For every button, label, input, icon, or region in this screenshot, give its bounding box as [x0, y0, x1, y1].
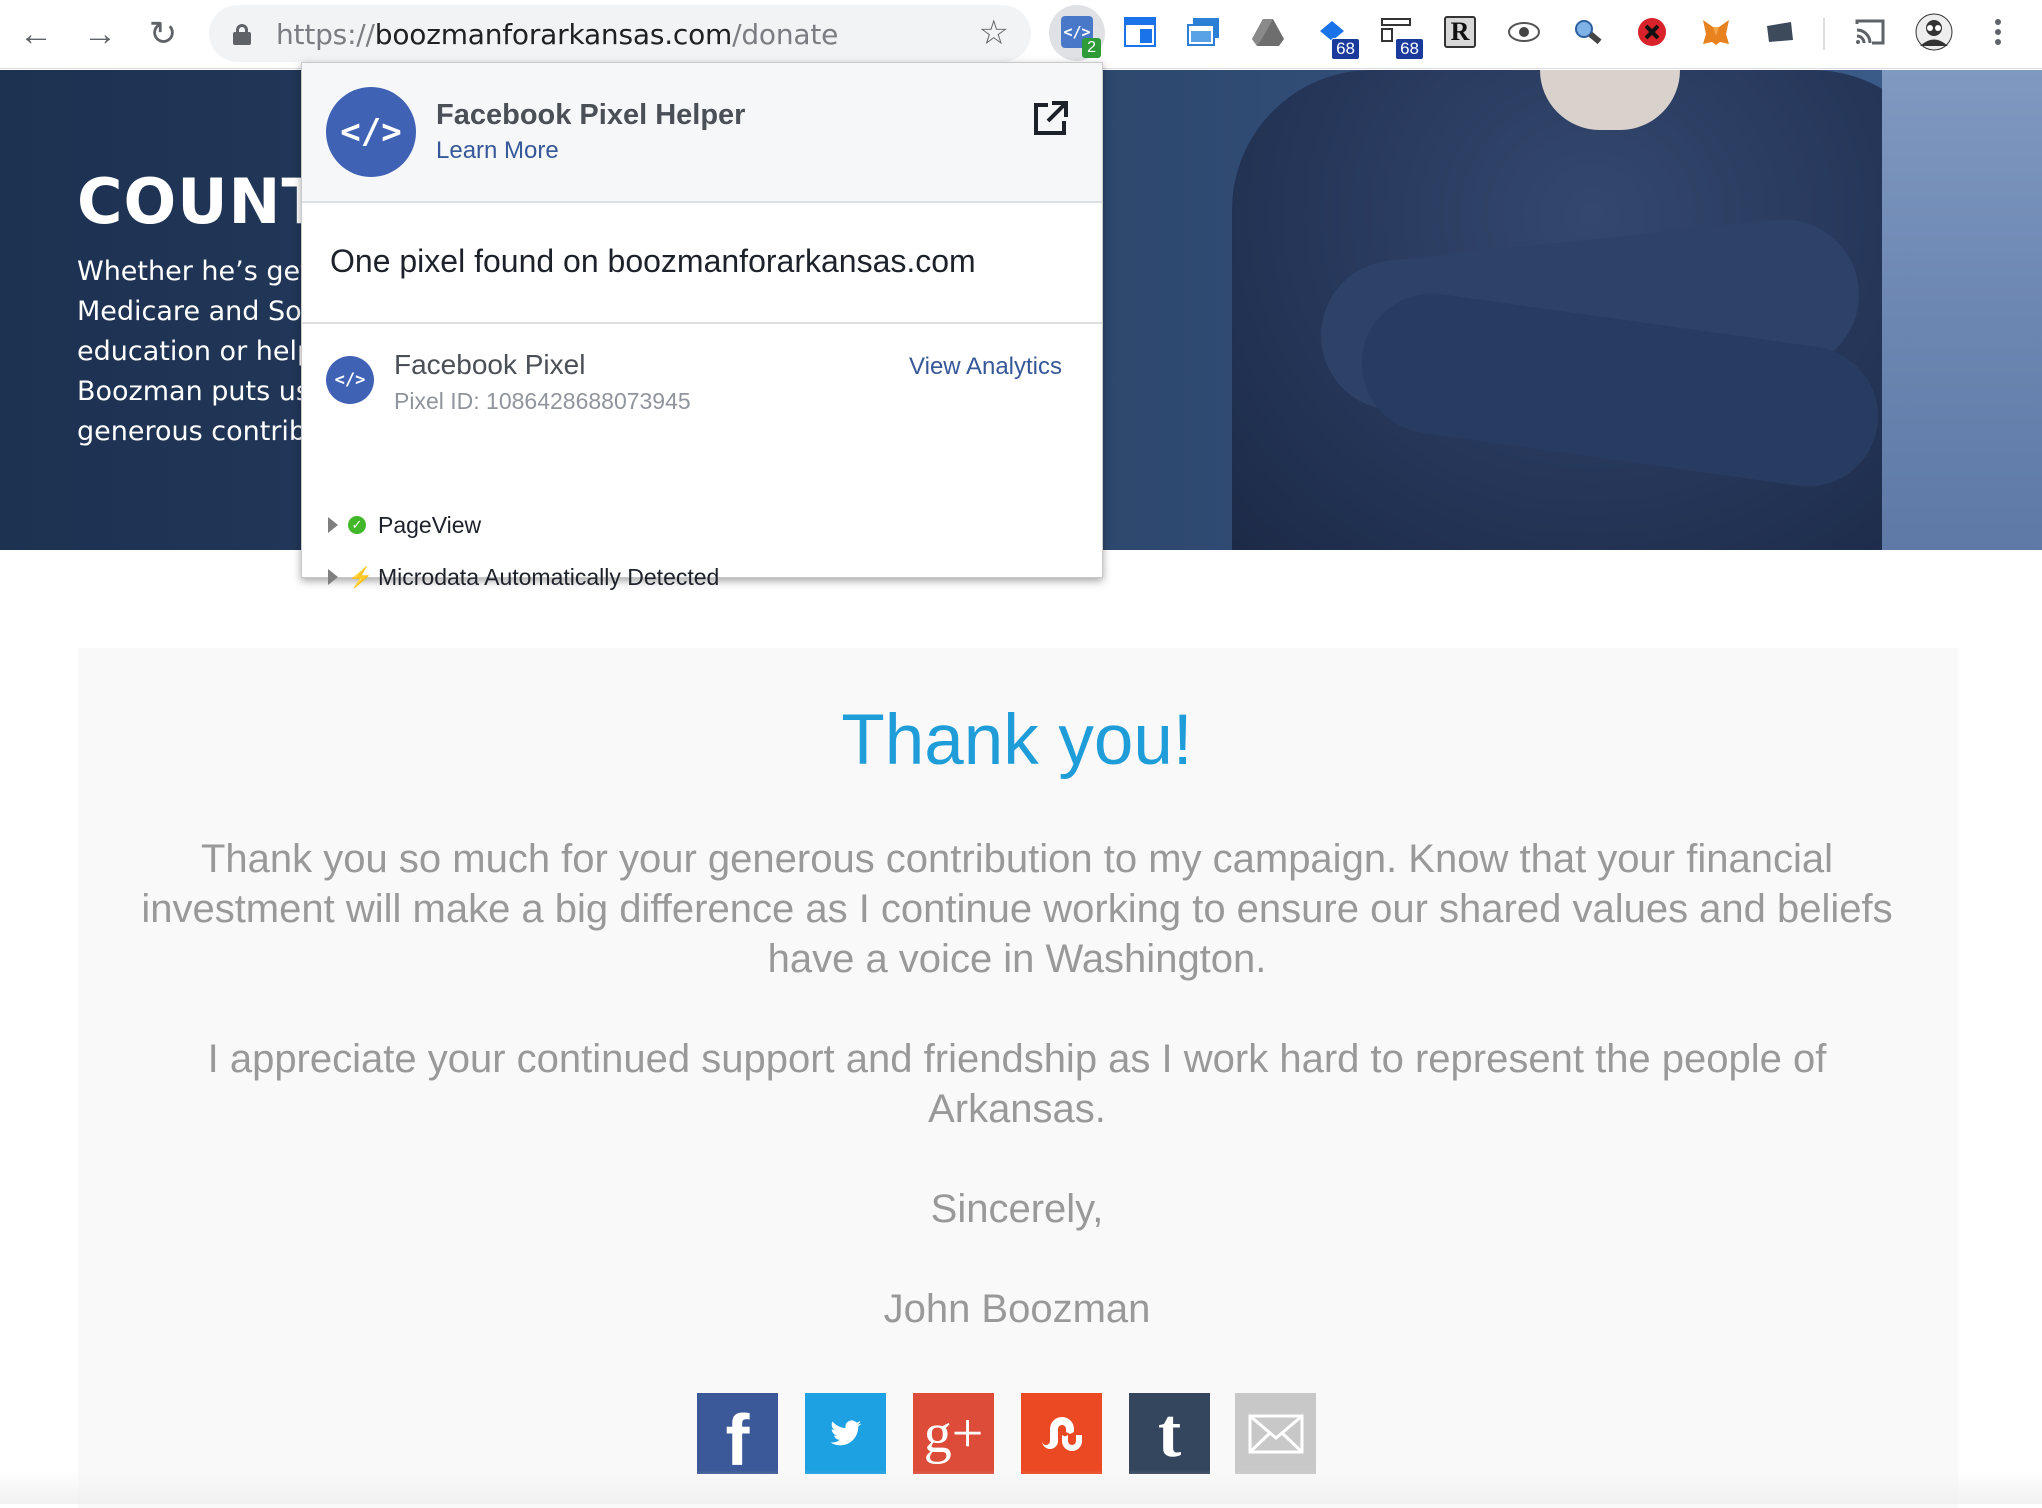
thank-you-heading: Thank you! — [841, 701, 1193, 780]
folder-icon[interactable] — [1760, 12, 1800, 52]
share-facebook-button[interactable]: f — [697, 1393, 778, 1481]
url-text[interactable]: https://boozmanforarkansas.com/donate — [276, 18, 838, 51]
popup-header: </> Facebook Pixel Helper Learn More — [302, 63, 1102, 203]
success-check-icon: ✓ — [348, 516, 366, 534]
learn-more-link[interactable]: Learn More — [436, 137, 559, 165]
screenshot-extension-icon[interactable] — [1184, 12, 1224, 52]
signature-text: John Boozman — [883, 1287, 1151, 1331]
reload-icon[interactable]: ↻ — [143, 14, 183, 54]
facebook-pixel-helper-icon[interactable]: </> 2 — [1057, 12, 1101, 58]
share-tumblr-button[interactable]: t — [1129, 1393, 1210, 1474]
facebook-pixel-icon: </> — [326, 356, 374, 404]
pixel-name: Facebook Pixel — [394, 349, 586, 380]
pixel-helper-logo-icon: </> — [326, 87, 416, 177]
pixel-count-badge: 2 — [1082, 38, 1101, 58]
expand-triangle-icon[interactable] — [328, 569, 338, 585]
expand-triangle-icon[interactable] — [328, 517, 338, 533]
view-analytics-link[interactable]: View Analytics — [909, 353, 1062, 381]
address-bar[interactable]: https://boozmanforarkansas.com/donate ☆ — [209, 5, 1031, 62]
share-stumbleupon-button[interactable] — [1021, 1393, 1102, 1474]
metamask-fox-icon[interactable] — [1696, 12, 1736, 52]
extension-badge-icon[interactable]: 68 — [1376, 12, 1424, 60]
profile-avatar-icon[interactable] — [1914, 12, 1954, 52]
open-external-icon[interactable] — [1030, 99, 1070, 139]
forward-arrow-icon[interactable]: → — [80, 14, 120, 54]
hero-title: COUNT — [77, 165, 325, 238]
bookmark-star-icon[interactable]: ☆ — [979, 13, 1009, 53]
menu-kebab-icon[interactable] — [1978, 12, 2018, 52]
pixel-id: Pixel ID: 1086428688073945 — [394, 388, 691, 414]
inspector-icon[interactable] — [1568, 12, 1608, 52]
event-row-pageview[interactable]: ✓ PageView — [328, 510, 481, 540]
r-extension-icon[interactable]: R — [1440, 12, 1480, 52]
browser-toolbar: ← → ↻ https://boozmanforarkansas.com/don… — [0, 0, 2042, 69]
blocker-icon[interactable] — [1632, 12, 1672, 52]
event-row-microdata[interactable]: ⚡ Microdata Automatically Detected — [328, 562, 719, 592]
lock-icon[interactable] — [233, 24, 251, 45]
window-extension-icon[interactable] — [1120, 12, 1160, 52]
thank-you-paragraph: Thank you so much for your generous cont… — [141, 837, 1893, 981]
eye-icon[interactable] — [1504, 12, 1544, 52]
popup-title: Facebook Pixel Helper — [436, 99, 746, 131]
extension-badge-icon[interactable]: 68 — [1312, 12, 1360, 60]
share-twitter-button[interactable] — [805, 1393, 886, 1474]
share-googleplus-button[interactable]: g+ — [913, 1393, 994, 1474]
popup-divider — [302, 322, 1102, 324]
appreciation-paragraph: I appreciate your continued support and … — [207, 1037, 1827, 1131]
toolbar-separator — [1823, 18, 1825, 50]
pixel-found-text: One pixel found on boozmanforarkansas.co… — [330, 243, 976, 279]
cast-icon[interactable] — [1850, 12, 1890, 52]
lightning-bolt-icon: ⚡ — [348, 566, 373, 589]
back-arrow-icon[interactable]: ← — [16, 14, 56, 54]
google-drive-icon[interactable] — [1248, 12, 1288, 52]
closing-text: Sincerely, — [930, 1187, 1104, 1231]
share-email-button[interactable] — [1235, 1393, 1316, 1474]
pixel-helper-popup: </> Facebook Pixel Helper Learn More One… — [301, 62, 1103, 590]
